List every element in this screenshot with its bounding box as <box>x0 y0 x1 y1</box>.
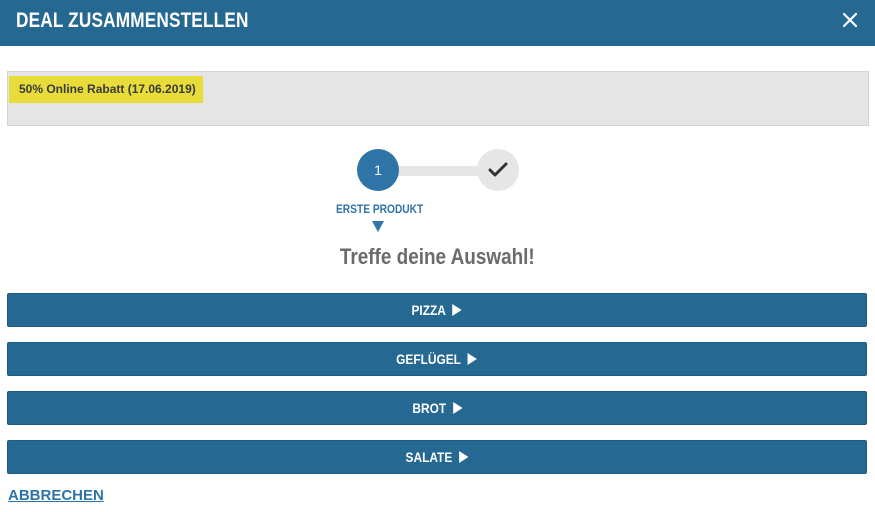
choice-button-gefluegel[interactable]: GEFLÜGEL <box>7 342 867 376</box>
close-icon <box>842 12 858 28</box>
choice-label: PIZZA <box>411 302 447 318</box>
selection-prompt-wrap: Treffe deine Auswahl! <box>0 244 875 270</box>
modal-title: DEAL ZUSAMMENSTELLEN <box>16 9 249 32</box>
choice-button-salate[interactable]: SALATE <box>7 440 867 474</box>
choice-content: PIZZA <box>412 294 463 326</box>
choice-label: SALATE <box>405 449 453 465</box>
play-arrow-icon <box>459 451 469 463</box>
choice-button-pizza[interactable]: PIZZA <box>7 293 867 327</box>
step-1-indicator: 1 <box>357 149 399 191</box>
promo-panel: 50% Online Rabatt (17.06.2019) <box>7 71 869 126</box>
choice-content: GEFLÜGEL <box>397 343 478 375</box>
selection-prompt: Treffe deine Auswahl! <box>340 244 535 269</box>
step-1-label: ERSTE PRODUKT <box>336 202 424 216</box>
choice-content: SALATE <box>406 441 469 473</box>
close-button[interactable] <box>841 11 859 33</box>
step-2-indicator <box>477 149 519 191</box>
choice-label: GEFLÜGEL <box>396 351 462 367</box>
play-arrow-icon <box>468 353 478 365</box>
stepper-connector <box>398 166 480 176</box>
step-pointer-icon <box>372 221 384 232</box>
cancel-link[interactable]: ABBRECHEN <box>8 487 104 504</box>
choice-label: BROT <box>412 400 446 416</box>
choice-button-brot[interactable]: BROT <box>7 391 867 425</box>
play-arrow-icon <box>452 402 462 414</box>
promo-badge: 50% Online Rabatt (17.06.2019) <box>9 76 203 103</box>
choice-content: BROT <box>412 392 462 424</box>
checkmark-icon <box>488 162 508 177</box>
play-arrow-icon <box>452 304 463 316</box>
modal-header: DEAL ZUSAMMENSTELLEN <box>0 0 875 46</box>
